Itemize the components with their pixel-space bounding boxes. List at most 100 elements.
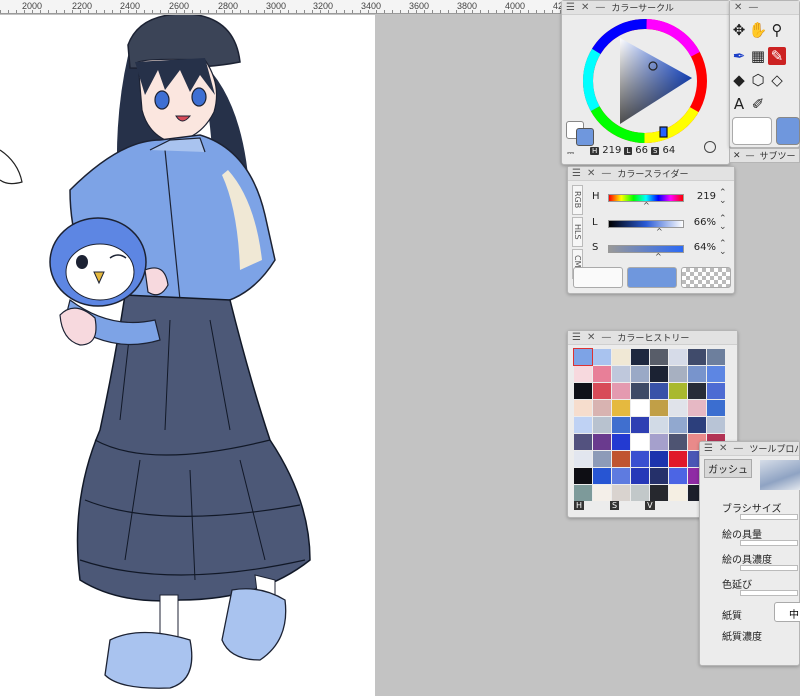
paper-texture-select[interactable]: 中 (774, 602, 800, 622)
color-history-swatch[interactable] (707, 417, 725, 433)
color-history-swatch[interactable] (574, 366, 592, 382)
color-history-swatch[interactable] (574, 468, 592, 484)
sub-color-box[interactable] (573, 267, 623, 288)
paint-density-slider[interactable] (740, 565, 798, 571)
menu-icon[interactable]: ☰ (572, 332, 581, 343)
color-history-swatch[interactable] (707, 383, 725, 399)
color-history-swatch[interactable] (650, 434, 668, 450)
s-slider-row[interactable]: S ^ 64% ⌃ ⌄ (592, 240, 732, 262)
color-history-swatch[interactable] (688, 349, 706, 365)
h-slider-caret[interactable]: ^ (643, 201, 650, 210)
color-history-swatch[interactable] (574, 417, 592, 433)
fill-tool-icon[interactable]: ◆ (730, 71, 748, 89)
color-history-swatch[interactable] (669, 468, 687, 484)
minimize-icon[interactable]: — (746, 151, 755, 161)
color-history-swatch[interactable] (650, 468, 668, 484)
color-history-swatch[interactable] (707, 366, 725, 382)
color-history-swatch[interactable] (593, 451, 611, 467)
minimize-icon[interactable]: — (748, 2, 758, 13)
color-history-swatch[interactable] (707, 400, 725, 416)
color-history-swatch[interactable] (574, 400, 592, 416)
close-icon[interactable]: ✕ (587, 168, 595, 179)
main-color-swatch[interactable] (576, 128, 594, 146)
brush-name-tab[interactable]: ガッシュ (704, 459, 752, 478)
color-history-swatch[interactable] (669, 400, 687, 416)
brush-size-slider[interactable] (740, 514, 798, 520)
vector-pen-icon[interactable]: ✐ (749, 95, 767, 113)
s-slider-track[interactable] (608, 245, 684, 253)
l-slider-caret[interactable]: ^ (656, 227, 663, 236)
color-history-swatch[interactable] (593, 366, 611, 382)
color-history-swatch[interactable] (593, 383, 611, 399)
color-history-swatch[interactable] (669, 366, 687, 382)
stepper-icon[interactable]: ⌃ ⌄ (719, 240, 727, 257)
color-history-swatch[interactable] (669, 434, 687, 450)
close-icon[interactable]: ✕ (587, 332, 595, 343)
color-mode-icon[interactable] (704, 141, 716, 153)
color-history-swatch[interactable] (688, 366, 706, 382)
color-history-swatch[interactable] (688, 417, 706, 433)
color-history-swatch[interactable] (593, 417, 611, 433)
paint-amount-slider[interactable] (740, 540, 798, 546)
close-icon[interactable]: ✕ (733, 151, 741, 161)
eyedropper-tool-icon[interactable]: ✎ (768, 47, 786, 65)
color-history-swatch[interactable] (631, 434, 649, 450)
color-history-swatch[interactable] (650, 485, 668, 501)
h-slider-row[interactable]: H ^ 219 ⌃ ⌄ (592, 189, 732, 211)
color-history-swatch[interactable] (631, 400, 649, 416)
hand-tool-icon[interactable]: ✋ (749, 21, 768, 39)
color-history-swatch[interactable] (593, 485, 611, 501)
menu-icon[interactable]: ☰ (566, 2, 575, 13)
color-history-swatch[interactable] (612, 434, 630, 450)
minimize-icon[interactable]: — (601, 168, 611, 179)
transparent-toggle-icon[interactable]: ⎓ (567, 149, 574, 159)
color-history-swatch[interactable] (593, 349, 611, 365)
zoom-tool-icon[interactable]: ⚲ (768, 21, 786, 39)
color-history-swatch[interactable] (593, 434, 611, 450)
frame-tool-icon[interactable]: ◇ (768, 71, 786, 89)
color-history-swatch[interactable] (612, 349, 630, 365)
tab-rgb[interactable]: RGB (572, 185, 583, 215)
minimize-icon[interactable]: — (601, 332, 611, 343)
color-history-swatch[interactable] (612, 468, 630, 484)
color-history-swatch[interactable] (707, 349, 725, 365)
color-history-swatch[interactable] (612, 417, 630, 433)
tool-sub-color[interactable] (732, 117, 772, 145)
tab-hls[interactable]: HLS (572, 217, 583, 247)
close-icon[interactable]: ✕ (581, 2, 589, 13)
color-history-swatch[interactable] (573, 348, 593, 366)
color-stretch-slider[interactable] (740, 590, 798, 596)
text-tool-icon[interactable]: A (730, 95, 748, 113)
move-tool-icon[interactable]: ✥ (730, 21, 748, 39)
color-history-swatch[interactable] (612, 451, 630, 467)
sort-h[interactable]: H (574, 501, 585, 510)
color-history-swatch[interactable] (669, 451, 687, 467)
color-history-swatch[interactable] (669, 417, 687, 433)
color-history-swatch[interactable] (631, 383, 649, 399)
color-history-swatch[interactable] (612, 485, 630, 501)
color-history-swatch[interactable] (650, 417, 668, 433)
color-history-swatch[interactable] (669, 383, 687, 399)
stepper-icon[interactable]: ⌃ ⌄ (719, 189, 727, 206)
color-history-swatch[interactable] (612, 366, 630, 382)
color-history-swatch[interactable] (669, 485, 687, 501)
shape-tool-icon[interactable]: ⬡ (749, 71, 767, 89)
color-history-swatch[interactable] (593, 400, 611, 416)
color-history-swatch[interactable] (574, 485, 592, 501)
sort-s[interactable]: S (610, 501, 620, 510)
minimize-icon[interactable]: — (733, 443, 743, 454)
transparent-color-box[interactable] (681, 267, 731, 288)
color-history-swatch[interactable] (612, 400, 630, 416)
sort-v[interactable]: V (645, 501, 655, 510)
color-history-swatch[interactable] (631, 451, 649, 467)
stepper-icon[interactable]: ⌃ ⌄ (719, 215, 727, 232)
color-history-swatch[interactable] (631, 417, 649, 433)
menu-icon[interactable]: ☰ (572, 168, 581, 179)
color-history-swatch[interactable] (688, 400, 706, 416)
l-slider-row[interactable]: L ^ 66% ⌃ ⌄ (592, 215, 732, 237)
close-icon[interactable]: ✕ (719, 443, 727, 454)
color-history-swatch[interactable] (574, 434, 592, 450)
color-history-swatch[interactable] (574, 451, 592, 467)
s-slider-caret[interactable]: ^ (655, 252, 662, 261)
color-history-swatch[interactable] (612, 383, 630, 399)
